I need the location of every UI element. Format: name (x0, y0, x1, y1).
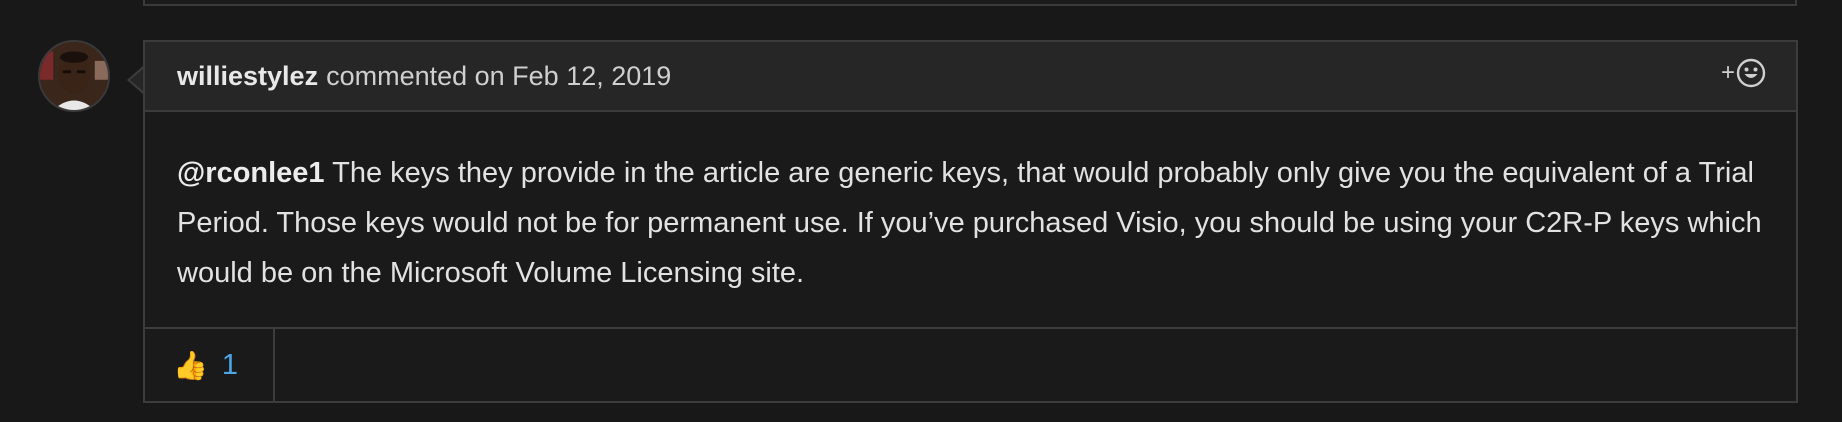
add-reaction-button[interactable]: + (1721, 58, 1766, 95)
thumbs-up-icon: 👍 (173, 349, 208, 381)
user-mention[interactable]: @rconlee1 (177, 157, 325, 189)
reaction-count: 1 (221, 348, 239, 381)
comment-timestamp[interactable]: commented on Feb 12, 2019 (326, 61, 671, 92)
comment-author[interactable]: williestylez (177, 61, 318, 92)
reactions-bar: 👍 1 (145, 329, 1796, 401)
comment-body: @rconlee1 The keys they provide in the a… (145, 112, 1796, 329)
comment-card: williestylez commented on Feb 12, 2019 +… (143, 40, 1798, 403)
comment-pointer-fill (130, 68, 144, 92)
previous-comment-card-edge (143, 0, 1797, 6)
plus-label: + (1720, 59, 1735, 86)
avatar[interactable] (38, 40, 110, 112)
thumbs-up-reaction-button[interactable]: 👍 1 (145, 329, 275, 401)
comment-header: williestylez commented on Feb 12, 2019 + (145, 42, 1796, 112)
comment-text: The keys they provide in the article are… (177, 157, 1762, 289)
smiley-icon (1736, 58, 1766, 95)
